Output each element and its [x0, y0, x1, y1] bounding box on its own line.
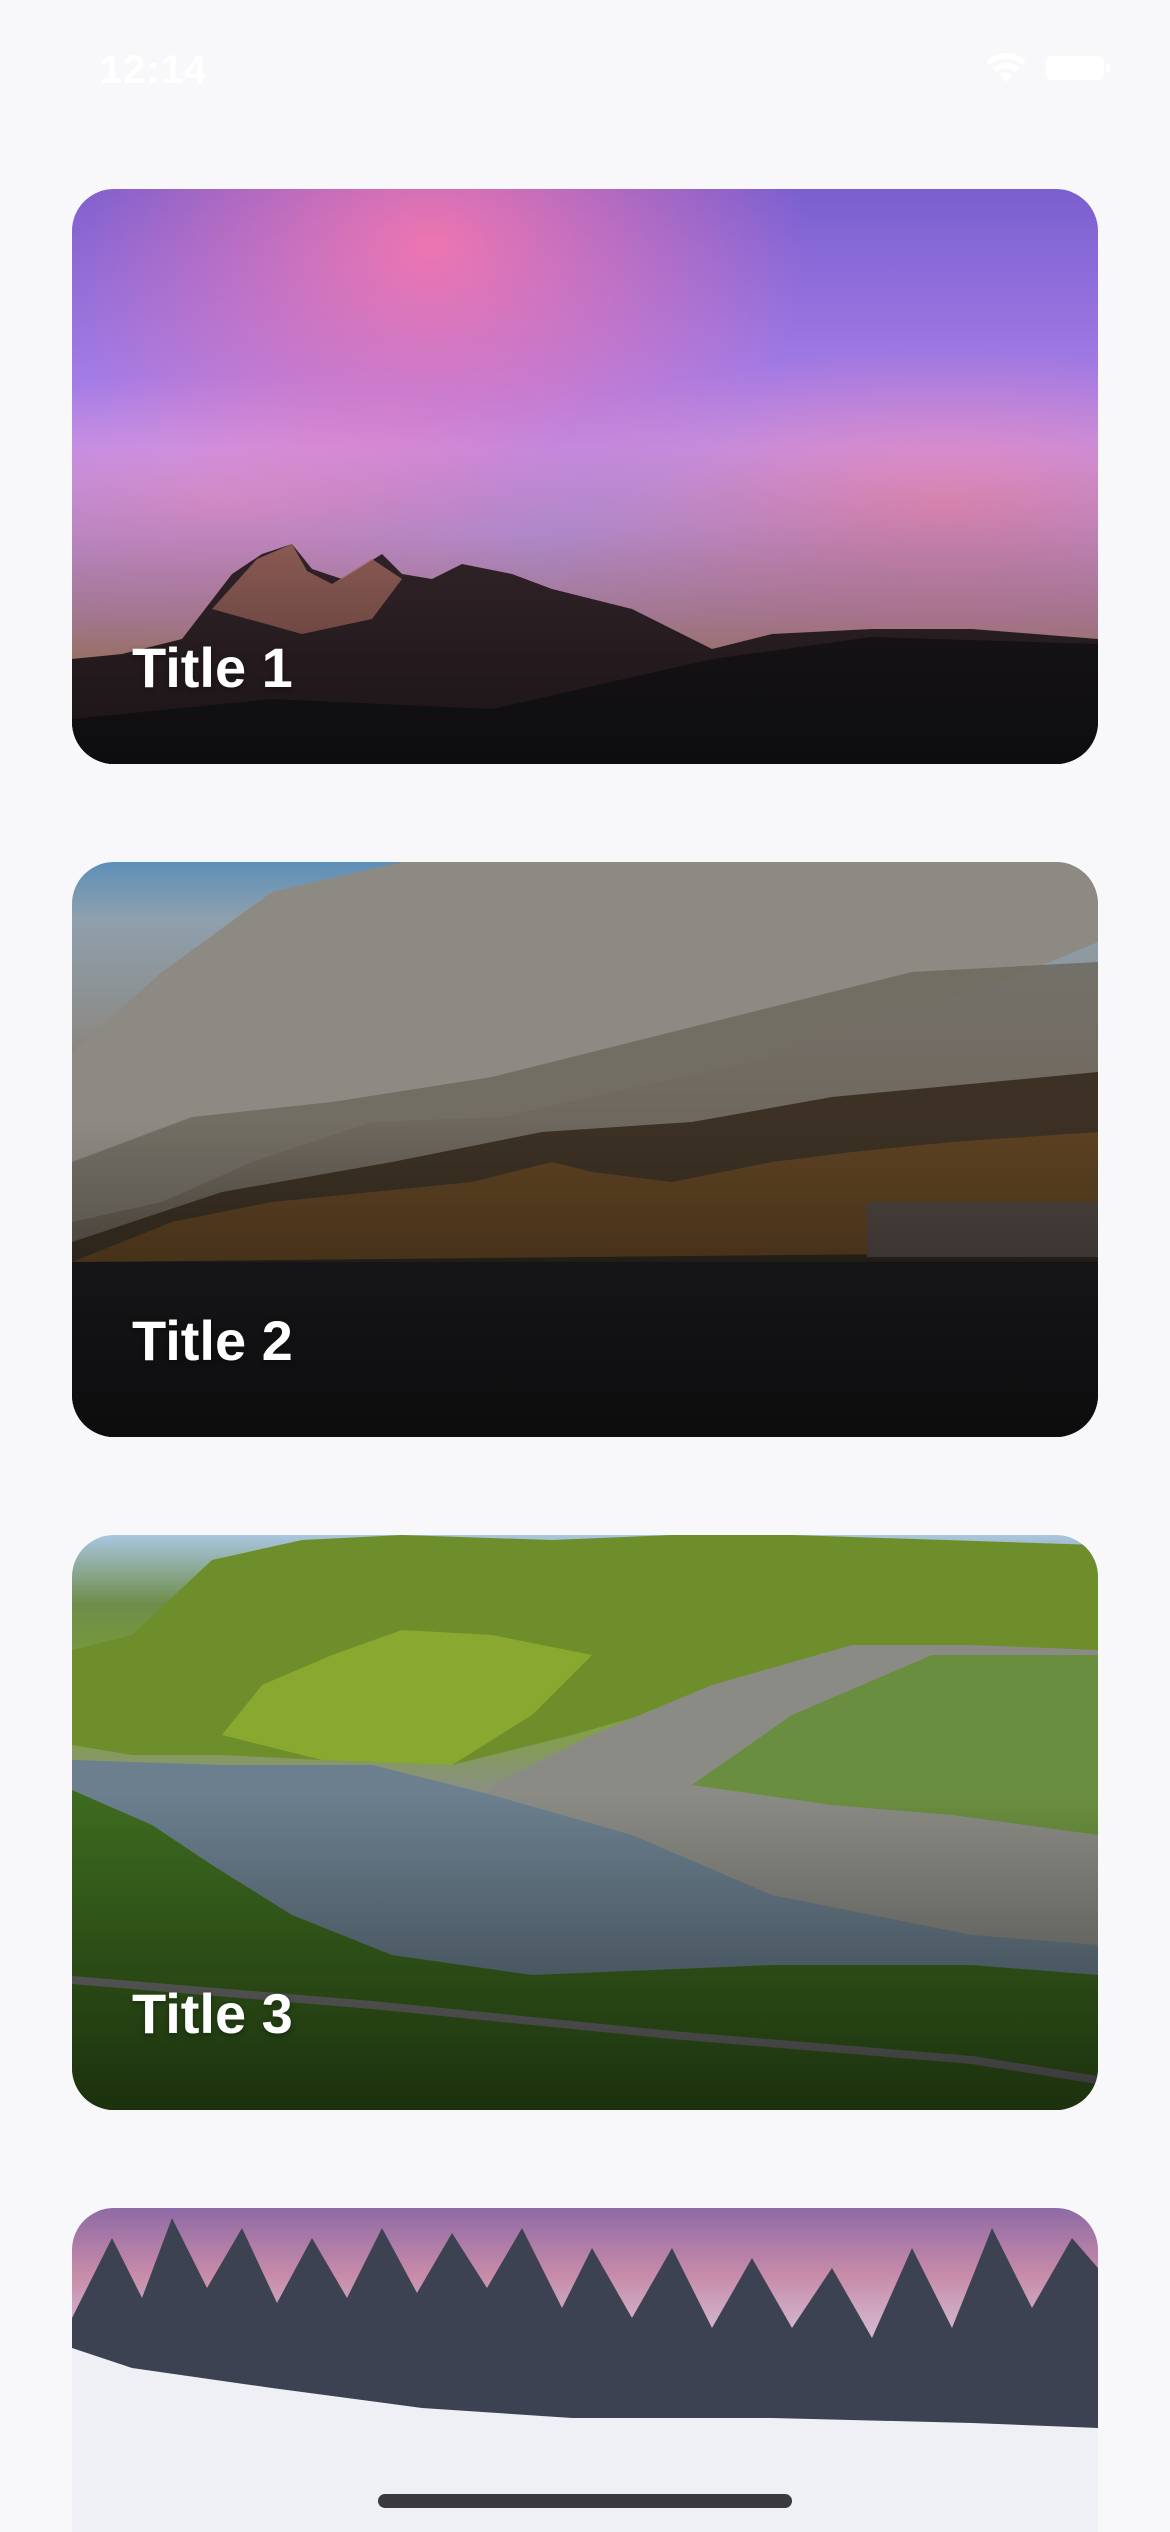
- card-title: Title 1: [132, 636, 293, 699]
- card-title: Title 3: [132, 1982, 293, 2045]
- card-shade: [72, 1793, 1098, 2110]
- status-icons: [984, 52, 1110, 84]
- status-time: 12:14: [100, 48, 208, 92]
- card-shade: [72, 1120, 1098, 1437]
- card-title-3[interactable]: Title 3: [72, 1535, 1098, 2110]
- card-4[interactable]: [72, 2208, 1098, 2532]
- battery-icon: [1046, 56, 1110, 80]
- card-title-1[interactable]: Title 1: [72, 189, 1098, 764]
- wifi-icon: [984, 52, 1028, 84]
- home-indicator[interactable]: [378, 2494, 792, 2508]
- card-shade: [72, 447, 1098, 764]
- status-bar: 12:14: [0, 0, 1170, 140]
- card-title-2[interactable]: Title 2: [72, 862, 1098, 1437]
- card-title: Title 2: [132, 1309, 293, 1372]
- snowy-forest-image: [72, 2208, 1098, 2532]
